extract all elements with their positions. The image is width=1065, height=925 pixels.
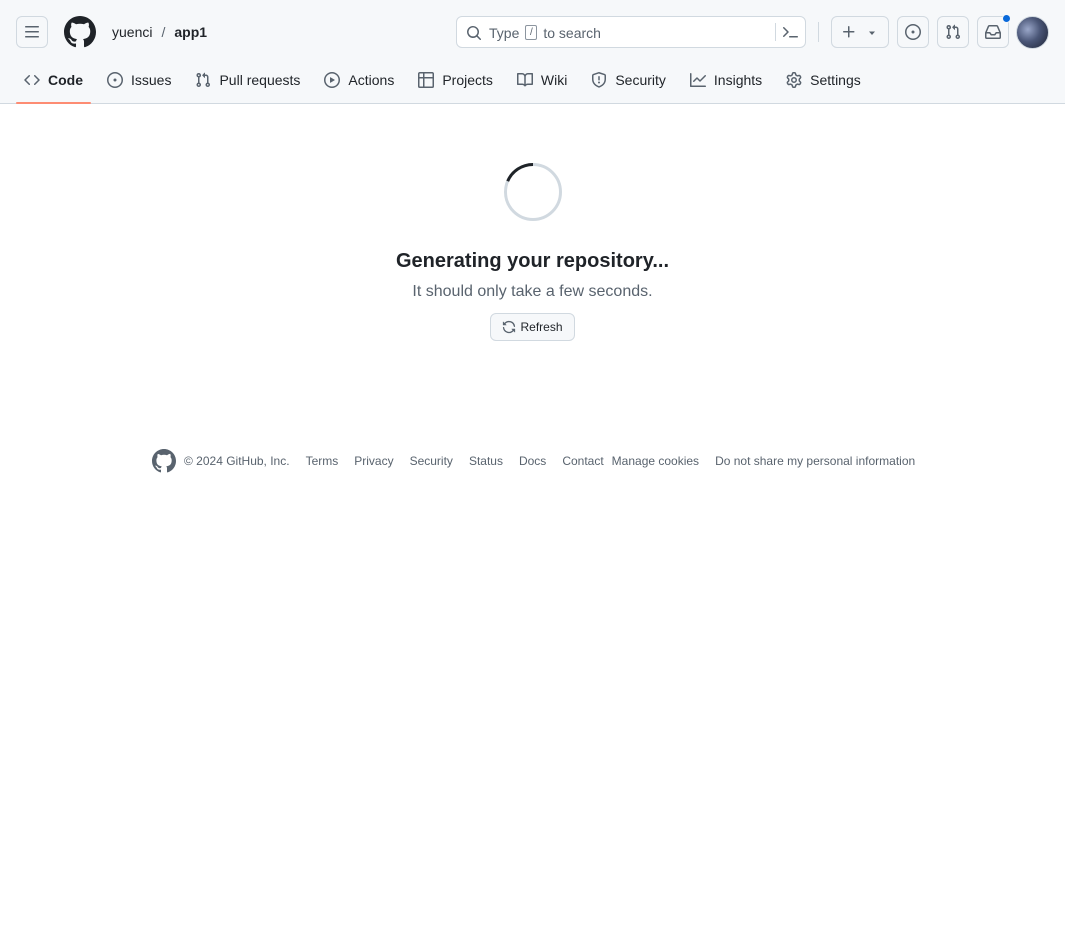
repo-nav: Code Issues Pull requests Actions Projects Wi… bbox=[16, 64, 877, 104]
open-menu-button[interactable] bbox=[16, 16, 48, 48]
app-header: yuenci / app1 Type / to search Code Issu… bbox=[0, 0, 1065, 104]
graph-icon bbox=[689, 73, 706, 87]
table-icon bbox=[418, 72, 435, 88]
your-pull-requests-button[interactable] bbox=[937, 16, 969, 48]
footer-link-security[interactable]: Security bbox=[410, 454, 453, 468]
code-icon bbox=[24, 74, 40, 86]
generating-title: Generating your repository... bbox=[395, 250, 670, 272]
tab-wiki[interactable]: Wiki bbox=[509, 64, 575, 96]
gear-icon bbox=[786, 72, 802, 88]
repo-name-link[interactable]: app1 bbox=[174, 23, 207, 41]
tab-label: Settings bbox=[810, 72, 861, 88]
search-divider bbox=[775, 23, 776, 41]
footer-link-manage-cookies[interactable]: Manage cookies bbox=[612, 454, 699, 468]
tab-label: Actions bbox=[348, 72, 395, 88]
create-new-button[interactable] bbox=[831, 16, 889, 48]
footer-link-contact[interactable]: Contact bbox=[562, 454, 603, 468]
search-icon bbox=[467, 26, 482, 41]
your-issues-button[interactable] bbox=[897, 16, 929, 48]
tab-label: Projects bbox=[442, 72, 493, 88]
hamburger-icon bbox=[25, 26, 39, 38]
book-icon bbox=[516, 72, 533, 87]
tab-issues[interactable]: Issues bbox=[99, 64, 179, 96]
repo-owner-link[interactable]: yuenci bbox=[112, 23, 152, 41]
breadcrumb-separator: / bbox=[161, 24, 166, 40]
main-content: Generating your repository... It should … bbox=[0, 104, 1065, 404]
breadcrumb: yuenci / app1 bbox=[112, 23, 207, 41]
tab-label: Issues bbox=[131, 72, 172, 88]
user-avatar[interactable] bbox=[1016, 16, 1049, 49]
tab-settings[interactable]: Settings bbox=[778, 64, 869, 96]
footer-link-docs[interactable]: Docs bbox=[519, 454, 546, 468]
tab-label: Insights bbox=[713, 72, 763, 88]
issue-opened-icon bbox=[107, 72, 123, 88]
refresh-label: Refresh bbox=[520, 320, 563, 334]
triangle-down-icon bbox=[869, 31, 875, 35]
sync-icon bbox=[503, 320, 516, 334]
tab-label: Security bbox=[615, 72, 666, 88]
inbox-icon bbox=[985, 25, 1001, 39]
tab-label: Wiki bbox=[540, 72, 568, 88]
search-placeholder: Type / to search bbox=[489, 24, 601, 41]
tab-pull-requests[interactable]: Pull requests bbox=[187, 64, 308, 96]
shield-icon bbox=[592, 72, 607, 88]
top-bar: yuenci / app1 Type / to search bbox=[0, 0, 1065, 64]
issue-opened-icon bbox=[905, 24, 921, 40]
search-suffix: to search bbox=[543, 25, 601, 41]
search-prefix: Type bbox=[489, 25, 520, 41]
loading-spinner-icon bbox=[504, 163, 562, 221]
tab-insights[interactable]: Insights bbox=[682, 64, 770, 96]
footer-copyright: © 2024 GitHub, Inc. bbox=[184, 454, 290, 468]
slash-key-hint: / bbox=[525, 24, 538, 40]
site-footer: © 2024 GitHub, Inc. Terms Privacy Security… bbox=[152, 448, 931, 474]
tab-code[interactable]: Code bbox=[16, 64, 91, 104]
command-palette-icon[interactable] bbox=[782, 24, 798, 40]
generating-subtitle: It should only take a few seconds. bbox=[412, 283, 653, 300]
tab-projects[interactable]: Projects bbox=[410, 64, 501, 96]
tab-security[interactable]: Security bbox=[583, 64, 674, 96]
github-footer-logo-icon[interactable] bbox=[152, 449, 176, 473]
search-input[interactable]: Type / to search bbox=[456, 16, 806, 48]
refresh-button[interactable]: Refresh bbox=[490, 313, 575, 341]
play-icon bbox=[324, 72, 341, 88]
git-pull-request-icon bbox=[946, 24, 961, 40]
footer-link-terms[interactable]: Terms bbox=[306, 454, 339, 468]
git-pull-request-icon bbox=[196, 72, 211, 88]
tab-actions[interactable]: Actions bbox=[316, 64, 402, 96]
footer-link-privacy[interactable]: Privacy bbox=[354, 454, 393, 468]
tab-label: Pull requests bbox=[219, 72, 301, 88]
footer-link-do-not-share-my-personal-information[interactable]: Do not share my personal information bbox=[715, 454, 915, 468]
unread-notification-dot bbox=[1002, 14, 1011, 23]
header-divider bbox=[818, 22, 819, 42]
footer-link-status[interactable]: Status bbox=[469, 454, 503, 468]
github-logo-icon[interactable] bbox=[64, 16, 96, 48]
tab-label: Code bbox=[48, 72, 83, 88]
plus-icon bbox=[843, 26, 855, 38]
